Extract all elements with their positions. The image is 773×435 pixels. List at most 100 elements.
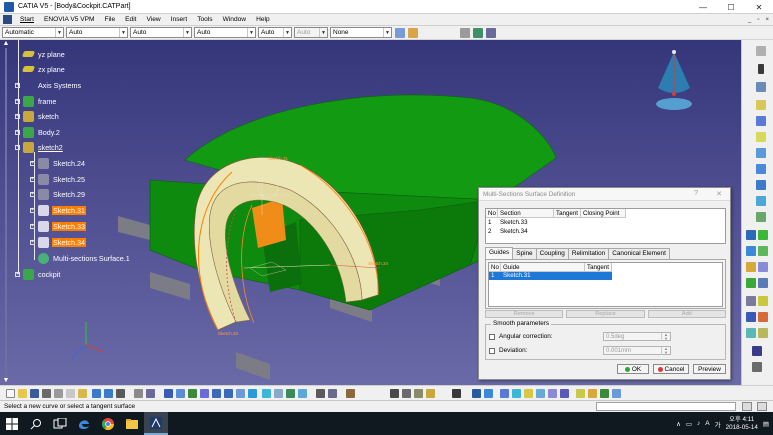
cut-icon[interactable] — [54, 389, 63, 398]
deviation-checkbox[interactable] — [489, 348, 495, 354]
tab-relimitation[interactable]: Relimitation — [567, 248, 610, 259]
tab-canonical-element[interactable]: Canonical Element — [608, 248, 670, 259]
fly-mode-icon[interactable] — [164, 389, 173, 398]
expand-icon[interactable]: + — [30, 239, 35, 245]
help-icon[interactable]: ? — [694, 190, 698, 197]
shading-icon[interactable] — [274, 389, 283, 398]
taskbar-explorer[interactable] — [120, 412, 144, 435]
surface-analysis-icon[interactable] — [512, 389, 521, 398]
clock[interactable]: 오후 4:11 2018-05-14 — [726, 416, 758, 432]
fill-icon[interactable] — [756, 212, 766, 222]
parallel-curve-icon[interactable] — [576, 389, 585, 398]
law-icon[interactable] — [758, 312, 768, 322]
reflect-line-icon[interactable] — [612, 389, 621, 398]
pattern-icon[interactable] — [746, 312, 756, 322]
translate-icon[interactable] — [746, 278, 756, 288]
blend-icon[interactable] — [758, 230, 768, 240]
expand-icon[interactable]: + — [15, 129, 20, 135]
save-icon[interactable] — [30, 389, 39, 398]
offset-icon[interactable] — [588, 389, 597, 398]
heal-icon[interactable] — [758, 246, 768, 256]
scale-icon[interactable] — [746, 328, 756, 338]
sweep-icon[interactable] — [756, 196, 766, 206]
snap-icon[interactable] — [402, 389, 411, 398]
analysis-icon[interactable] — [473, 27, 483, 38]
maximize-button[interactable]: ☐ — [717, 0, 745, 14]
spinner-arrows-icon[interactable]: ▲ ▼ — [661, 347, 670, 355]
measure-icon[interactable] — [460, 27, 470, 38]
point-type-combo[interactable]: Auto ▼ — [258, 27, 292, 38]
scroll-down-icon[interactable]: ▼ — [2, 377, 10, 385]
tree-node-sketch33[interactable]: + Sketch.33 — [30, 220, 86, 232]
sketch-tool-icon[interactable] — [756, 82, 766, 92]
menu-insert[interactable]: Insert — [166, 16, 193, 23]
tree-node-zx-plane[interactable]: zx plane — [21, 63, 66, 75]
extract-icon[interactable] — [536, 389, 545, 398]
task-view-button[interactable] — [48, 412, 72, 435]
multi-view-icon[interactable] — [248, 389, 257, 398]
network-icon[interactable]: ▭ — [686, 420, 692, 428]
analysis-tool-icon[interactable] — [752, 346, 762, 356]
formula-icon[interactable] — [134, 389, 143, 398]
table-row-section[interactable]: Sketch.33 — [500, 219, 528, 227]
normal-view-icon[interactable] — [236, 389, 245, 398]
taskbar-chrome[interactable] — [96, 412, 120, 435]
guides-table[interactable]: No Guide Tangent 1 Sketch.31 — [488, 262, 723, 307]
tree-node-sketch31[interactable]: + Sketch.31 — [30, 204, 86, 216]
scroll-up-icon[interactable]: ▲ — [2, 40, 10, 48]
tab-spine[interactable]: Spine — [512, 248, 537, 259]
table-row-no[interactable]: 1 — [488, 219, 491, 227]
measure-between-icon[interactable] — [316, 389, 325, 398]
doc-close-button[interactable]: × — [765, 17, 769, 23]
copy-icon[interactable] — [66, 389, 75, 398]
geometry-icon[interactable] — [452, 389, 461, 398]
sections-table[interactable]: No Section Tangent Closing Point 1 Sketc… — [485, 208, 726, 244]
axis-icon[interactable] — [486, 27, 496, 38]
transparency-combo[interactable]: Auto ▼ — [66, 27, 128, 38]
undo-icon[interactable] — [92, 389, 101, 398]
close-icon[interactable]: ✕ — [716, 190, 722, 198]
taskbar-catia[interactable] — [144, 412, 168, 435]
tree-node-sketch25[interactable]: + Sketch.25 — [30, 173, 86, 185]
boundary-icon[interactable] — [524, 389, 533, 398]
expand-icon[interactable]: + — [30, 223, 35, 229]
table-row[interactable]: 1 Sketch.31 — [489, 272, 612, 280]
color-combo[interactable]: Automatic ▼ — [2, 27, 64, 38]
zoom-in-icon[interactable] — [212, 389, 221, 398]
new-icon[interactable] — [6, 389, 15, 398]
deviation-field[interactable]: 0.001mm ▲ ▼ — [603, 346, 671, 355]
affinity-icon[interactable] — [758, 328, 768, 338]
plane-tool-icon[interactable] — [756, 132, 766, 142]
tree-node-yz-plane[interactable]: yz plane — [21, 48, 66, 60]
update-icon[interactable] — [472, 389, 481, 398]
expand-icon[interactable]: + — [15, 82, 20, 88]
rotate-icon[interactable] — [758, 278, 768, 288]
status-screen-icon[interactable] — [757, 402, 767, 411]
tree-node-sketch24[interactable]: + Sketch.24 — [30, 157, 86, 169]
swap-space-icon[interactable] — [298, 389, 307, 398]
replace-button[interactable]: Replace — [566, 310, 645, 318]
taskbar-edge[interactable] — [72, 412, 96, 435]
remove-button[interactable]: Remove — [485, 310, 564, 318]
paste-icon[interactable] — [78, 389, 87, 398]
dialog-titlebar[interactable]: Multi-Sections Surface Definition ? ✕ — [479, 188, 730, 201]
power-input[interactable] — [596, 402, 736, 411]
close-button[interactable]: ✕ — [745, 0, 773, 14]
expand-icon[interactable]: + — [30, 176, 35, 182]
menu-enovia[interactable]: ENOVIA V5 VPM — [39, 16, 100, 23]
fillet-icon[interactable] — [758, 296, 768, 306]
start-button[interactable] — [0, 412, 24, 435]
cancel-button[interactable]: Cancel — [653, 364, 689, 374]
search-button[interactable] — [24, 412, 48, 435]
angular-correction-checkbox[interactable] — [489, 334, 495, 340]
properties-icon[interactable] — [408, 27, 418, 38]
expand-icon[interactable]: + — [30, 207, 35, 213]
expand-icon[interactable]: + — [30, 160, 35, 166]
tab-coupling[interactable]: Coupling — [535, 248, 569, 259]
expand-icon[interactable]: + — [15, 271, 20, 277]
revolve-icon[interactable] — [756, 164, 766, 174]
doc-restore-button[interactable]: ▫ — [757, 17, 759, 23]
expand-icon[interactable]: + — [30, 191, 35, 197]
extrapolate-icon[interactable] — [746, 296, 756, 306]
catalog-icon[interactable] — [346, 389, 355, 398]
